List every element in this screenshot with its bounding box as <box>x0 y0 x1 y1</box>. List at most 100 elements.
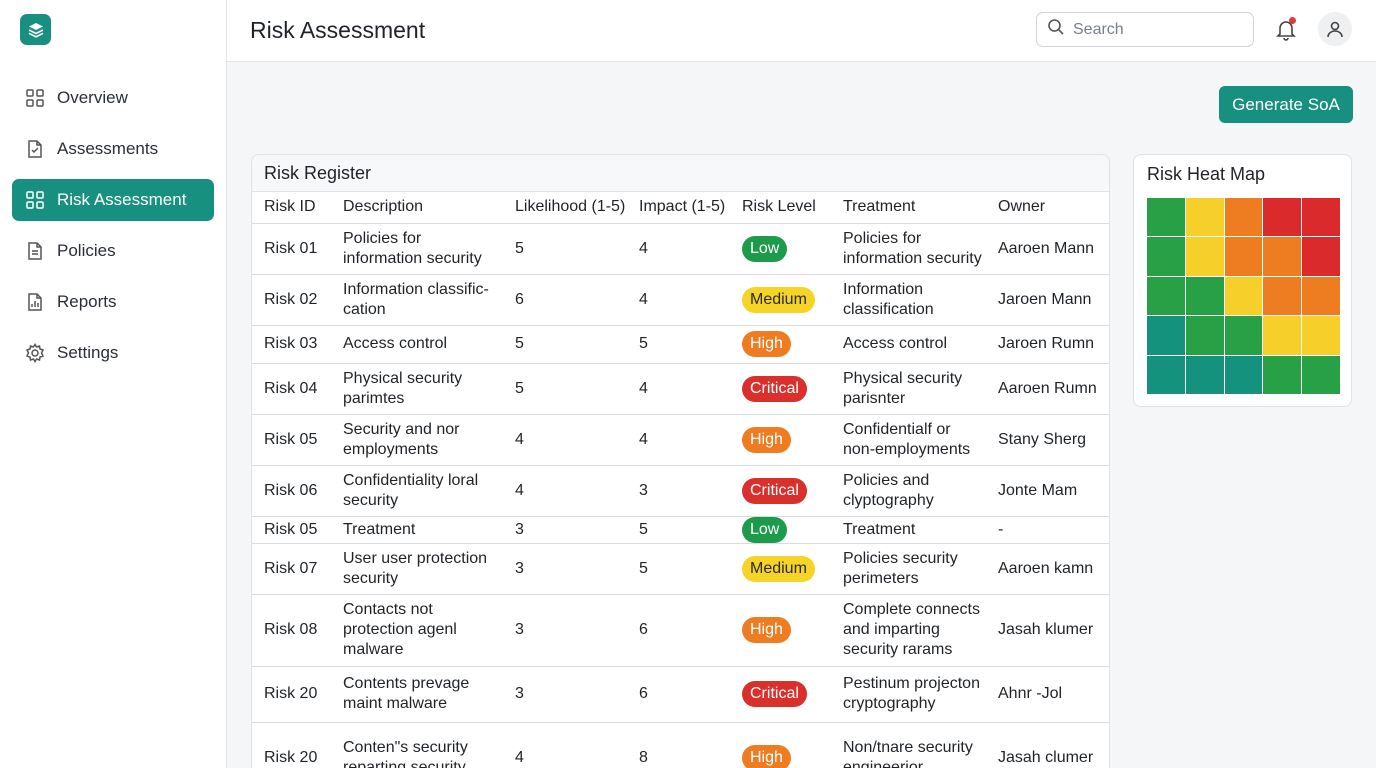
treatment-cell: Treatment <box>831 516 986 544</box>
risk-level-badge: High <box>742 331 791 357</box>
risk-level-badge: High <box>742 426 791 453</box>
impact-cell: 4 <box>627 274 730 326</box>
risk-level-badge: High <box>742 745 791 768</box>
heat-map-cell[interactable] <box>1147 276 1185 316</box>
risk-level-badge: Critical <box>742 681 807 707</box>
search-input[interactable] <box>1073 20 1233 39</box>
risk-level-badge: Low <box>742 235 788 262</box>
heat-map-cell[interactable] <box>1224 316 1263 355</box>
heat-map-cell[interactable] <box>1302 237 1340 276</box>
likelihood-cell: 5 <box>503 223 627 275</box>
treatment-cell: Pestinum projecton cryptography <box>831 666 986 723</box>
table-row[interactable]: Risk 03 Access control 5 5 High Access c… <box>252 325 1109 364</box>
document-icon <box>24 240 46 262</box>
column-header[interactable]: Likelihood (1-5) <box>503 192 627 224</box>
risk-id-cell: Risk 08 <box>252 594 331 667</box>
description-cell: Confidentiality loral security <box>331 465 503 517</box>
heat-map-cell[interactable] <box>1147 237 1185 276</box>
heat-map-cell[interactable] <box>1263 276 1302 316</box>
app-logo-icon[interactable] <box>20 14 51 45</box>
heat-map-cell[interactable] <box>1224 276 1263 316</box>
likelihood-cell: 4 <box>503 465 627 517</box>
table-row[interactable]: Risk 20 Conten"s security reparting secu… <box>252 722 1109 768</box>
heat-map-cell[interactable] <box>1147 198 1185 237</box>
sidebar-item-overview[interactable]: Overview <box>12 77 214 119</box>
owner-cell: Jaroen Rumn <box>986 325 1109 364</box>
column-header[interactable]: Impact (1-5) <box>627 192 730 224</box>
likelihood-cell: 5 <box>503 325 627 364</box>
impact-cell: 8 <box>627 722 730 768</box>
description-cell: Information classific-cation <box>331 274 503 326</box>
search-box[interactable] <box>1036 12 1254 47</box>
table-row[interactable]: Risk 02 Information classific-cation 6 4… <box>252 274 1109 326</box>
sidebar-item-policies[interactable]: Policies <box>12 230 214 272</box>
top-header: Risk Assessment <box>227 0 1376 62</box>
heat-map-cell[interactable] <box>1302 355 1340 394</box>
user-avatar-icon[interactable] <box>1318 12 1352 46</box>
heat-map-cell[interactable] <box>1185 276 1224 316</box>
owner-cell: Aaroen kamn <box>986 543 1109 595</box>
notification-bell-icon[interactable] <box>1274 17 1298 41</box>
heat-map-cell[interactable] <box>1302 316 1340 355</box>
heat-map-cell[interactable] <box>1263 237 1302 276</box>
treatment-cell: Policies and clyptography <box>831 465 986 517</box>
heat-map-cell[interactable] <box>1185 355 1224 394</box>
table-row[interactable]: Risk 05 Treatment 3 5 Low Treatment - <box>252 516 1109 544</box>
heat-map-cell[interactable] <box>1147 355 1185 394</box>
treatment-cell: Non/tnare security engineerior <box>831 722 986 768</box>
heat-map-cell[interactable] <box>1147 316 1185 355</box>
heat-map-cell[interactable] <box>1185 316 1224 355</box>
sidebar-item-label: Policies <box>57 241 116 260</box>
table-row[interactable]: Risk 07 User user protection security 3 … <box>252 543 1109 595</box>
heat-map-cell[interactable] <box>1224 198 1263 237</box>
heat-map-cell[interactable] <box>1185 198 1224 237</box>
sidebar-item-assessments[interactable]: Assessments <box>12 128 214 170</box>
risk-level-badge: Critical <box>742 375 807 402</box>
description-cell: Contents prevage maint malware <box>331 666 503 723</box>
table-row[interactable]: Risk 04 Physical security parimtes 5 4 C… <box>252 363 1109 415</box>
heat-map-cell[interactable] <box>1263 198 1302 237</box>
risk-register-title: Risk Register <box>252 155 1109 192</box>
description-cell: Treatment <box>331 516 503 544</box>
treatment-cell: Policies security perimeters <box>831 543 986 595</box>
owner-cell: Jasah clumer <box>986 722 1109 768</box>
treatment-cell: Physical security parisnter <box>831 363 986 415</box>
likelihood-cell: 3 <box>503 543 627 595</box>
column-header[interactable]: Treatment <box>831 192 986 224</box>
risk-id-cell: Risk 04 <box>252 363 331 415</box>
table-row[interactable]: Risk 20 Contents prevage maint malware 3… <box>252 666 1109 723</box>
table-row[interactable]: Risk 08 Contacts not protection agenl ma… <box>252 594 1109 667</box>
sidebar-item-label: Settings <box>57 343 119 362</box>
column-header[interactable]: Owner <box>986 192 1109 224</box>
heat-map-cell[interactable] <box>1263 355 1302 394</box>
treatment-cell: Complete connects and imparting security… <box>831 594 986 667</box>
description-cell: Policies for information security <box>331 223 503 275</box>
owner-cell: Jaroen Mann <box>986 274 1109 326</box>
heat-map-cell[interactable] <box>1302 276 1340 316</box>
column-header[interactable]: Risk ID <box>252 192 331 224</box>
heat-map-cell[interactable] <box>1263 316 1302 355</box>
impact-cell: 5 <box>627 325 730 364</box>
sidebar-item-risk-assessment[interactable]: Risk Assessment <box>12 179 214 221</box>
table-row[interactable]: Risk 01 Policies for information securit… <box>252 223 1109 275</box>
owner-cell: Jasah klumer <box>986 594 1109 667</box>
column-header[interactable]: Description <box>331 192 503 224</box>
sidebar-nav: Overview Assessments Risk Assessment Pol… <box>12 77 214 383</box>
column-header[interactable]: Risk Level <box>730 192 831 224</box>
sidebar-item-settings[interactable]: Settings <box>12 332 214 374</box>
sidebar-item-reports[interactable]: Reports <box>12 281 214 323</box>
risk-id-cell: Risk 20 <box>252 666 331 723</box>
description-cell: Conten"s security reparting security <box>331 722 503 768</box>
page-title: Risk Assessment <box>250 17 426 43</box>
heat-map-cell[interactable] <box>1185 237 1224 276</box>
heat-map-cell[interactable] <box>1224 355 1263 394</box>
heat-map-cell[interactable] <box>1224 237 1263 276</box>
likelihood-cell: 4 <box>503 414 627 466</box>
table-row[interactable]: Risk 05 Security and nor employments 4 4… <box>252 414 1109 466</box>
heat-map-cell[interactable] <box>1302 198 1340 237</box>
sidebar-item-label: Overview <box>57 88 128 107</box>
search-icon <box>1047 18 1065 41</box>
generate-soa-button[interactable]: Generate SoA <box>1219 86 1353 123</box>
sidebar: Overview Assessments Risk Assessment Pol… <box>0 0 227 768</box>
table-row[interactable]: Risk 06 Confidentiality loral security 4… <box>252 465 1109 517</box>
